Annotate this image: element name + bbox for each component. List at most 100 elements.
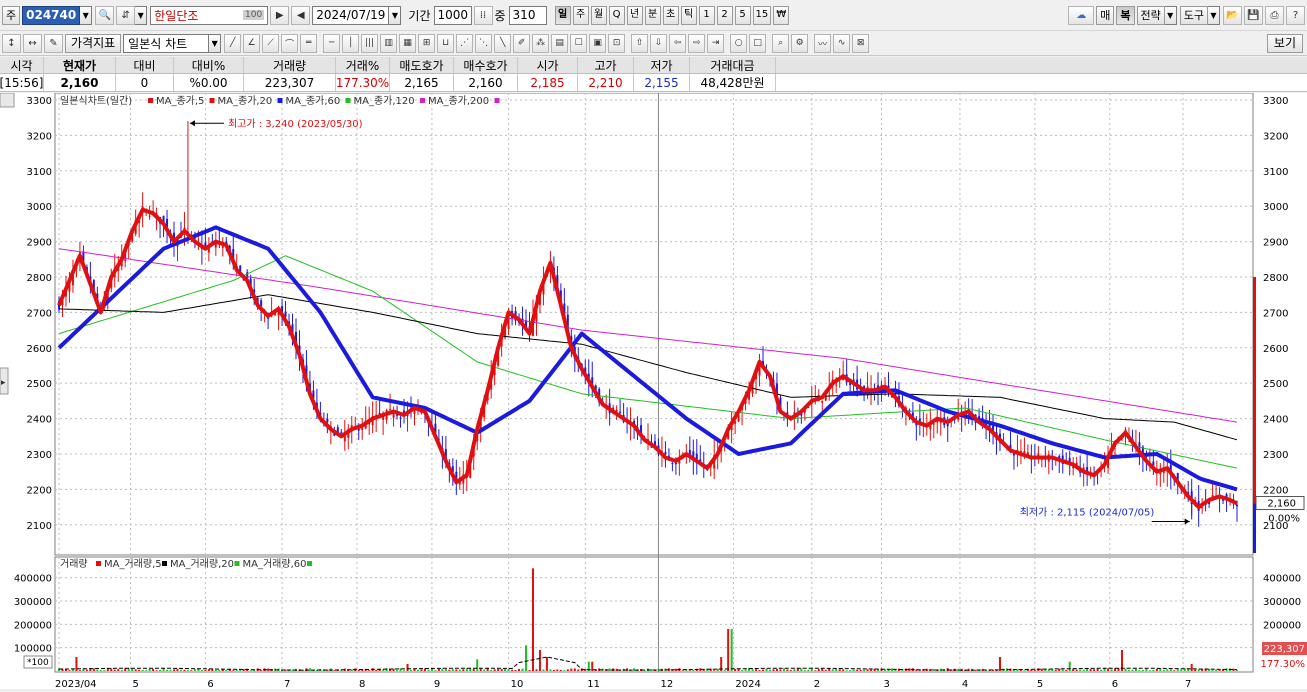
volume-bar — [786, 669, 789, 671]
strategy-button[interactable]: 전략 — [1136, 5, 1165, 25]
delete-icon[interactable]: ⊠ — [852, 33, 870, 53]
timeframe-button[interactable]: 일 — [554, 5, 571, 25]
volume-bar — [455, 669, 458, 671]
next-icon[interactable]: ▶ — [270, 5, 290, 25]
price-tick-label-left: 2200 — [27, 485, 52, 496]
stock-name-field[interactable]: 한일단조 100 — [150, 5, 269, 25]
settings-icon[interactable]: ✎ — [44, 33, 63, 53]
timeframe-button[interactable]: 15 — [752, 5, 772, 25]
cloud-icon[interactable]: ☁ — [1068, 5, 1095, 25]
wave-icon[interactable]: 〰 — [814, 33, 832, 53]
down-line-icon[interactable]: ╲ — [494, 33, 512, 53]
vertical-line-icon[interactable]: │ — [342, 33, 360, 53]
help-icon[interactable]: ? — [1286, 5, 1305, 25]
prev-icon[interactable]: ◀ — [291, 5, 311, 25]
rectangle-icon[interactable]: ☐ — [570, 33, 588, 53]
grid-icon[interactable]: ⁞⁞ — [473, 5, 493, 25]
gann-grid-icon[interactable]: ▦ — [399, 33, 417, 53]
trend-line-icon[interactable]: ╱ — [224, 33, 242, 53]
grid-icon[interactable]: ⊞ — [418, 33, 436, 53]
quote-value-cell: 2,160 — [454, 74, 518, 91]
indicator-button[interactable]: 가격지표 — [65, 33, 122, 53]
x-tick-label: 2 — [814, 679, 820, 689]
parallel-line-icon[interactable]: ⟋ — [262, 33, 280, 53]
circle-icon[interactable]: ○ — [730, 33, 748, 53]
volume-bar — [1180, 669, 1183, 671]
cycle-line-icon[interactable]: ||| — [361, 33, 379, 53]
arrow-up-icon[interactable]: ⇧ — [631, 33, 649, 53]
double-line-icon[interactable]: ═ — [300, 33, 318, 53]
timeframe-button[interactable]: ₩ — [773, 5, 790, 25]
arrow-left-right-icon[interactable]: ↔ — [23, 33, 42, 53]
volume-bar — [1236, 670, 1238, 671]
fibonacci-icon[interactable]: ▥ — [380, 33, 398, 53]
tools-button[interactable]: 도구 — [1179, 5, 1208, 25]
strategy-dropdown[interactable]: ▼ — [1164, 5, 1177, 25]
view-button[interactable]: 보기 — [1266, 33, 1303, 53]
timeframe-button[interactable]: 5 — [734, 5, 751, 25]
volume-bar — [1218, 670, 1221, 671]
timeframe-button[interactable]: 틱 — [680, 5, 697, 25]
chart-type-select[interactable]: 일본식 차트 — [123, 33, 210, 53]
arrow-left-icon[interactable]: ⇦ — [669, 33, 687, 53]
horizontal-line-icon[interactable]: ─ — [323, 33, 341, 53]
regression-icon[interactable]: ⋱ — [475, 33, 493, 53]
chart-svg[interactable]: 2100 21002200 22002300 23002400 24002500 2500… — [0, 92, 1307, 690]
frame-icon[interactable]: ⊡ — [608, 33, 626, 53]
volume-bar — [1124, 668, 1127, 671]
angle-line-icon[interactable]: ∠ — [243, 33, 261, 53]
stock-code-dropdown[interactable]: ▼ — [80, 5, 93, 25]
volume-bar — [775, 668, 778, 671]
filled-rect-icon[interactable]: ▣ — [589, 33, 607, 53]
square-icon[interactable]: □ — [749, 33, 767, 53]
buy-sell-button[interactable]: 매 — [1096, 5, 1115, 25]
volume-bar — [1068, 661, 1071, 671]
period-input[interactable]: 1000 — [433, 5, 472, 25]
save-icon[interactable]: 💾 — [1244, 5, 1263, 25]
arrow-end-icon[interactable]: ⇥ — [707, 33, 725, 53]
date-dropdown[interactable]: ▼ — [389, 5, 402, 25]
market-button[interactable]: 주 — [2, 5, 21, 25]
volume-bar — [573, 668, 576, 671]
sine-icon[interactable]: ∿ — [833, 33, 851, 53]
text-box-icon[interactable]: ▤ — [551, 33, 569, 53]
timeframe-button[interactable]: 년 — [626, 5, 643, 25]
sort-dropdown[interactable]: ▼ — [135, 5, 148, 25]
pen-icon[interactable]: ✐ — [513, 33, 531, 53]
date-input[interactable]: 2024/07/19 — [312, 5, 390, 25]
low-annotation: 최저가 : 2,115 (2024/07/05) — [1020, 506, 1155, 518]
legend-swatch — [345, 98, 351, 103]
quote-value-cell: [15:56] — [0, 74, 44, 91]
sort-icon[interactable]: ⇵ — [116, 5, 136, 25]
volume-bar — [768, 669, 771, 671]
quote-value-cell: 0 — [116, 74, 174, 91]
chart-area[interactable]: 2100 2100 2200 2200 2300 2300 2400 2400 2500 2500… — [0, 92, 1307, 690]
timeframe-button[interactable]: 주 — [572, 5, 589, 25]
folder-icon[interactable]: 📂 — [1223, 5, 1242, 25]
search-icon[interactable]: 🔍 — [95, 5, 115, 25]
tools-dropdown[interactable]: ▼ — [1208, 5, 1220, 25]
volume-bar — [1176, 669, 1179, 671]
print-icon[interactable]: ⎙ — [1265, 5, 1284, 25]
chart-type-dropdown[interactable]: ▼ — [209, 33, 222, 53]
timeframe-button[interactable]: 초 — [662, 5, 679, 25]
marker-icon[interactable]: ⁂ — [532, 33, 550, 53]
arrow-up-down-icon[interactable]: ↕ — [2, 33, 21, 53]
timeframe-button[interactable]: 분 — [644, 5, 661, 25]
config-icon[interactable]: ⚙ — [791, 33, 809, 53]
compound-button[interactable]: 복 — [1116, 5, 1135, 25]
timeframe-button[interactable]: 1 — [698, 5, 715, 25]
fan-icon[interactable]: ⌒ — [281, 33, 299, 53]
timeframe-button[interactable]: Q — [608, 5, 625, 25]
arrow-down-icon[interactable]: ⇩ — [650, 33, 668, 53]
timeframe-button[interactable]: 월 — [590, 5, 607, 25]
channel-icon[interactable]: ⊔ — [437, 33, 455, 53]
stock-code-input[interactable]: 024740 — [22, 5, 81, 25]
timeframe-button[interactable]: 2 — [716, 5, 733, 25]
volume-bar — [483, 669, 486, 671]
speed-line-icon[interactable]: ⋰ — [456, 33, 474, 53]
arrow-right-icon[interactable]: ⇨ — [688, 33, 706, 53]
overlap-input[interactable]: 310 — [508, 5, 547, 25]
x-tick-label: 5 — [1037, 679, 1043, 689]
zoom-icon[interactable]: ⌕ — [772, 33, 790, 53]
